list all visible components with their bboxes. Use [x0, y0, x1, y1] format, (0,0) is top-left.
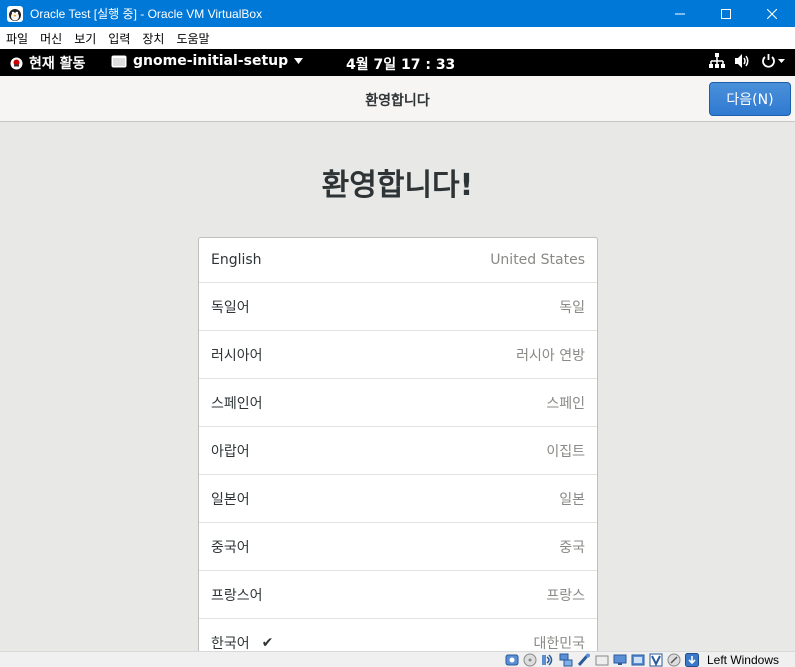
- language-region: 일본: [559, 491, 585, 508]
- language-row[interactable]: 아랍어 이집트: [199, 427, 597, 475]
- network-wired-icon: [709, 53, 725, 68]
- close-button[interactable]: [749, 0, 795, 27]
- hard-disk-icon[interactable]: [505, 653, 520, 667]
- language-row[interactable]: 스페인어 스페인: [199, 379, 597, 427]
- language-name: 스페인어: [211, 395, 263, 412]
- setup-content: 환영합니다! English United States 독일어 독일 러시아어…: [0, 122, 795, 651]
- activities-label: 현재 활동: [29, 56, 86, 72]
- optical-drive-icon[interactable]: [523, 653, 538, 667]
- language-row[interactable]: 일본어 일본: [199, 475, 597, 523]
- system-menu[interactable]: [709, 53, 785, 68]
- app-menu[interactable]: gnome-initial-setup: [111, 53, 304, 69]
- activities-button[interactable]: 현재 활동: [10, 53, 85, 73]
- shared-folder-icon[interactable]: [595, 653, 610, 667]
- minimize-button[interactable]: [657, 0, 703, 27]
- language-region: 중국: [559, 539, 585, 556]
- fedora-logo-icon: [10, 57, 23, 69]
- language-name: English: [211, 252, 262, 268]
- minimize-icon: [675, 13, 685, 14]
- language-name: 아랍어: [211, 443, 250, 460]
- language-row[interactable]: English United States: [199, 238, 597, 283]
- setup-headerbar: 환영합니다 다음(N): [0, 76, 795, 122]
- language-name: 프랑스어: [211, 587, 263, 604]
- menu-machine[interactable]: 머신: [40, 30, 71, 47]
- window-title: Oracle Test [실행 중] - Oracle VM VirtualBo…: [30, 7, 263, 21]
- language-region: 대한민국: [533, 635, 585, 652]
- host-key-label: Left Windows: [706, 652, 779, 667]
- host-key-arrow-icon[interactable]: [685, 652, 700, 667]
- maximize-icon: [721, 8, 731, 19]
- language-row[interactable]: 중국어 중국: [199, 523, 597, 571]
- video-capture-icon[interactable]: [631, 653, 646, 667]
- chevron-down-icon: [294, 58, 304, 64]
- power-menu-icon: [762, 53, 785, 68]
- mouse-integration-icon[interactable]: [667, 653, 682, 667]
- language-row[interactable]: 러시아어 러시아 연방: [199, 331, 597, 379]
- language-region: United States: [490, 252, 585, 268]
- close-icon: [767, 8, 777, 19]
- app-window-icon: [111, 55, 127, 67]
- virtualization-icon[interactable]: [649, 653, 664, 667]
- vbox-statusbar: Left Windows: [0, 651, 795, 667]
- language-name: 중국어: [211, 539, 250, 556]
- maximize-button[interactable]: [703, 0, 749, 27]
- language-list[interactable]: English United States 독일어 독일 러시아어 러시아 연방…: [198, 237, 598, 651]
- language-name: 한국어: [211, 635, 250, 652]
- language-region: 이집트: [546, 443, 585, 460]
- next-button[interactable]: 다음(N): [709, 82, 791, 116]
- virtualbox-app-icon[interactable]: [6, 5, 24, 23]
- language-name: 독일어: [211, 299, 250, 316]
- menu-file[interactable]: 파일: [6, 30, 37, 47]
- audio-icon[interactable]: [541, 653, 556, 667]
- checkmark-icon: ✔: [261, 634, 274, 651]
- menu-devices[interactable]: 장치: [142, 30, 173, 47]
- language-row[interactable]: 프랑스어 프랑스: [199, 571, 597, 619]
- language-row[interactable]: 독일어 독일: [199, 283, 597, 331]
- gnome-top-bar: 현재 활동 gnome-initial-setup 4월 7일 17 : 33: [0, 49, 795, 76]
- menu-input[interactable]: 입력: [108, 30, 139, 47]
- clock[interactable]: 4월 7일 17 : 33: [346, 54, 455, 74]
- volume-icon: [735, 53, 749, 68]
- language-region: 러시아 연방: [516, 347, 585, 364]
- language-name: 러시아어: [211, 347, 263, 364]
- language-row-selected[interactable]: 한국어 ✔ 대한민국: [199, 619, 597, 652]
- app-menu-label: gnome-initial-setup: [133, 53, 289, 69]
- window-titlebar: Oracle Test [실행 중] - Oracle VM VirtualBo…: [0, 0, 795, 27]
- menu-help[interactable]: 도움말: [176, 30, 218, 47]
- language-name: 일본어: [211, 491, 250, 508]
- page-title: 환영합니다: [365, 93, 430, 109]
- network-icon[interactable]: [559, 653, 574, 667]
- language-region: 스페인: [546, 395, 585, 412]
- language-region: 프랑스: [546, 587, 585, 604]
- usb-icon[interactable]: [577, 653, 592, 667]
- menu-view[interactable]: 보기: [74, 30, 105, 47]
- welcome-heading: 환영합니다!: [321, 168, 474, 203]
- language-name-wrap: 한국어 ✔: [211, 633, 273, 652]
- display-icon[interactable]: [613, 653, 628, 667]
- language-region: 독일: [559, 299, 585, 316]
- vbox-menubar: 파일 머신 보기 입력 장치 도움말: [0, 27, 795, 49]
- window-controls: [657, 0, 795, 27]
